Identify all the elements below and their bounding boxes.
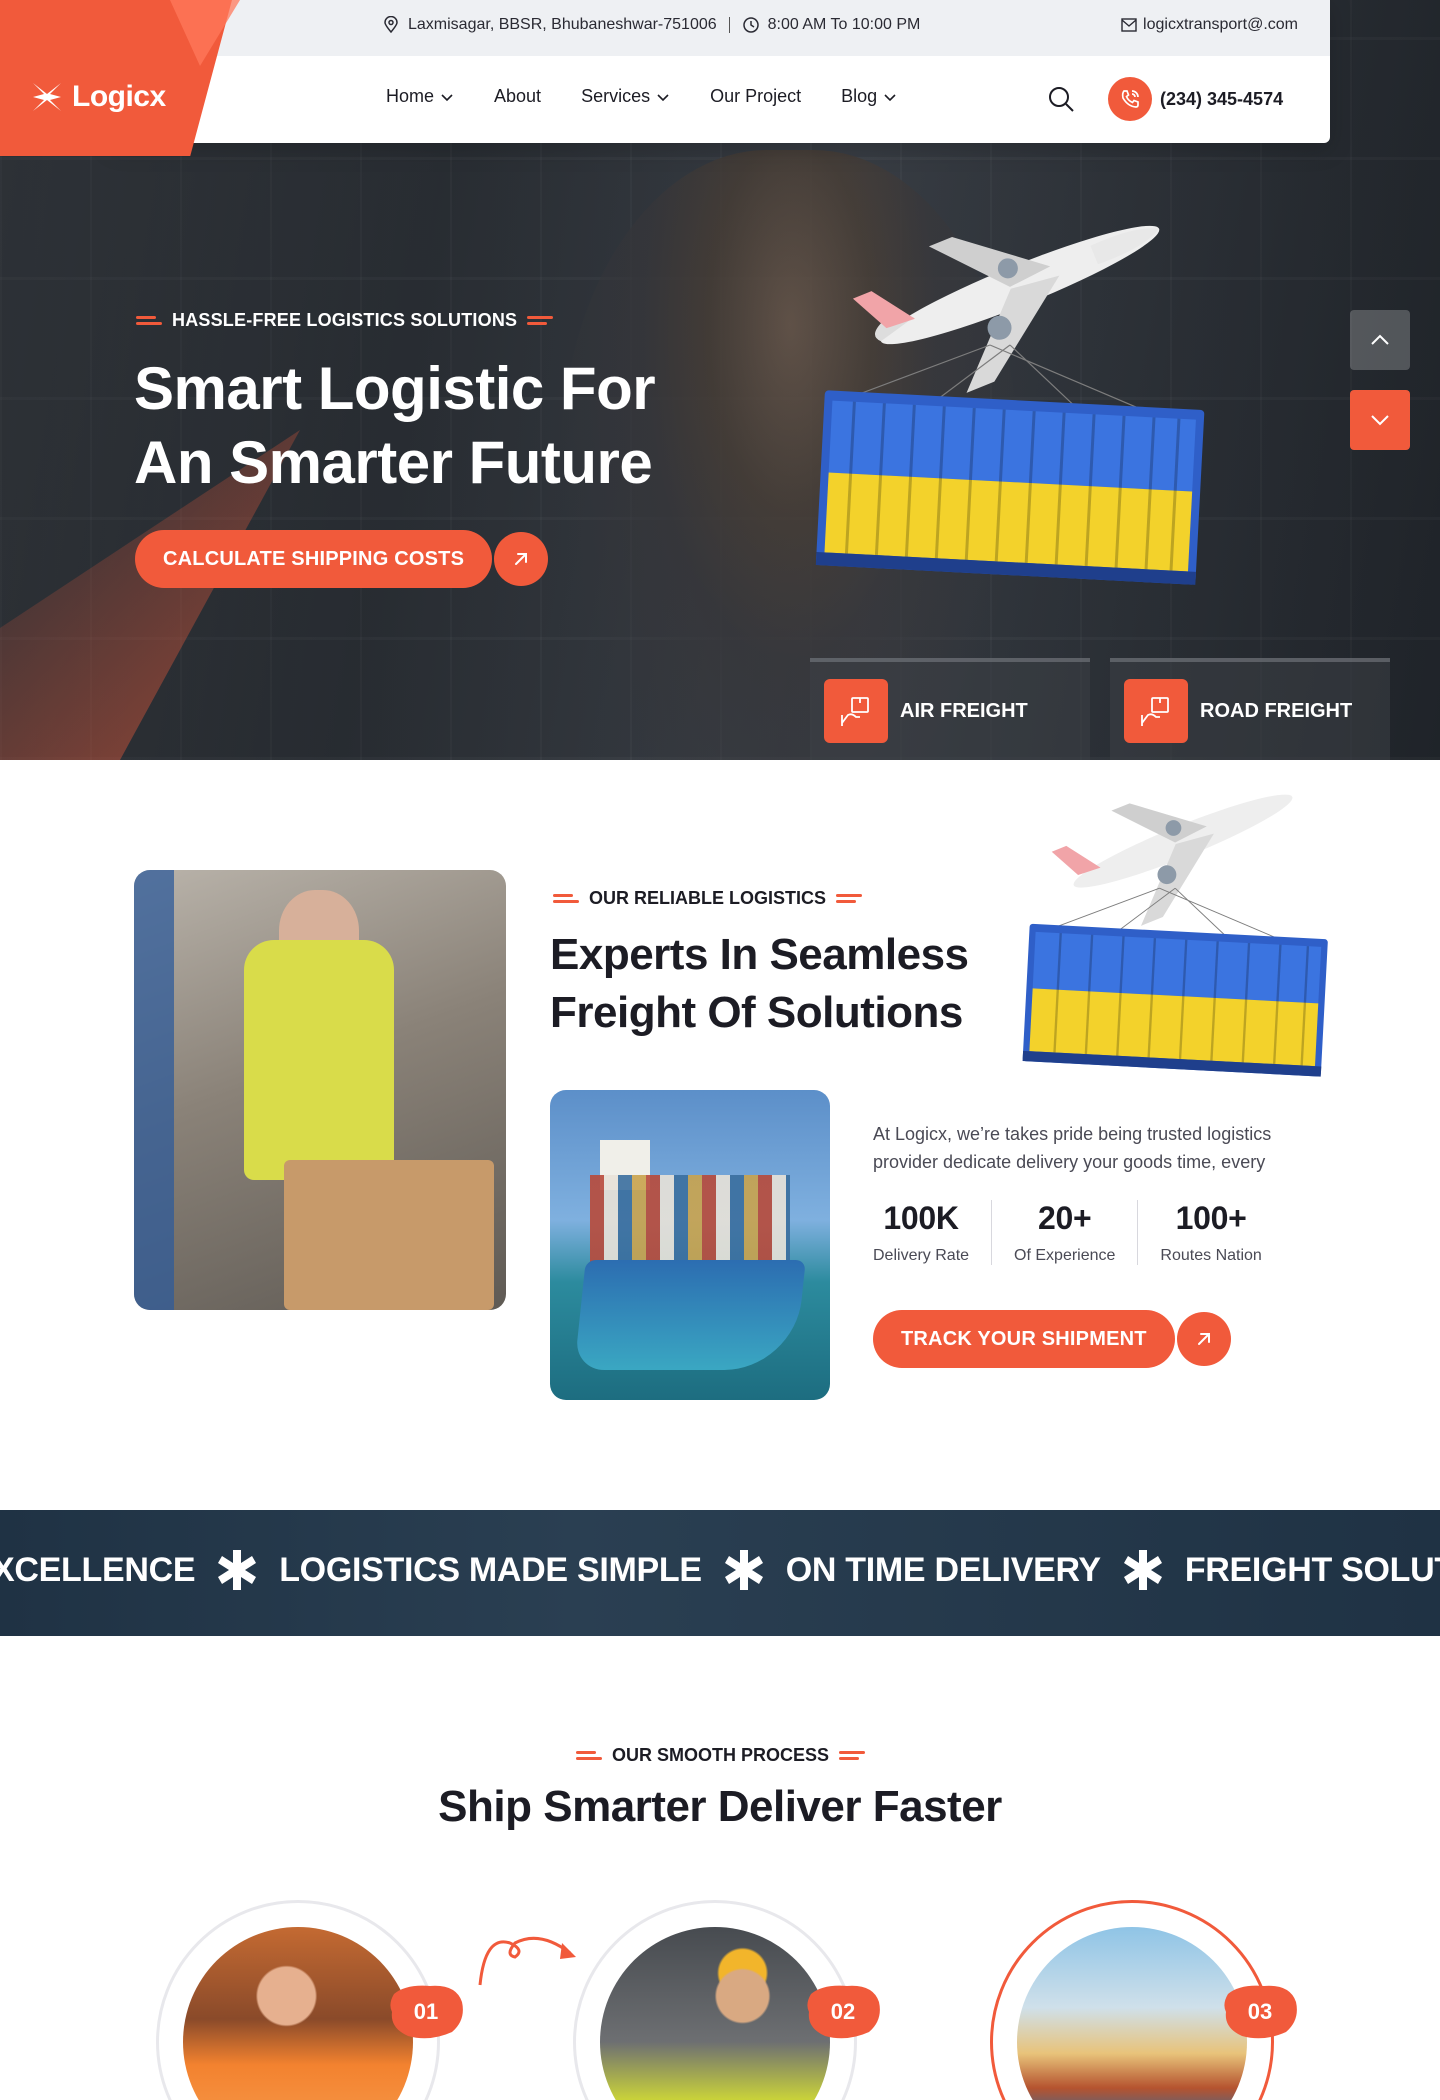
chevron-up-icon (1371, 334, 1389, 345)
main-nav: Home About Services Our Project Blog (386, 86, 897, 107)
arrow-up-right-icon[interactable] (1176, 1312, 1231, 1366)
nav-blog[interactable]: Blog (841, 86, 897, 107)
process-title: Ship Smarter Deliver Faster (438, 1782, 1002, 1831)
process-tagline: OUR SMOOTH PROCESS (576, 1745, 866, 1766)
mail-icon (1121, 18, 1137, 32)
nav-services[interactable]: Services (581, 86, 670, 107)
stat-experience: 20+ Of Experience (992, 1200, 1139, 1265)
about-title: Experts In Seamless Freight Of Solutions (550, 930, 969, 1037)
process-step: 02 (573, 1900, 880, 2100)
top-info-bar: Laxmisagar, BBSR, Bhubaneshwar-751006 8:… (110, 0, 1330, 56)
marquee-item: ON TIME DELIVERY (785, 1550, 1101, 1589)
stats-row: 100K Delivery Rate 20+ Of Experience 100… (873, 1200, 1284, 1265)
cargo-handling-icon (1124, 679, 1188, 743)
asterisk-star-icon (724, 1550, 763, 1590)
phone-number[interactable]: (234) 345-4574 (1160, 89, 1283, 110)
hero-tagline: HASSLE-FREE LOGISTICS SOLUTIONS (136, 310, 554, 331)
search-icon[interactable] (1046, 84, 1076, 114)
asterisk-star-icon (218, 1550, 257, 1590)
track-shipment-button[interactable]: TRACK YOUR SHIPMENT (873, 1310, 1175, 1368)
services-marquee: XCELLENCE LOGISTICS MADE SIMPLE ON TIME … (0, 1510, 1440, 1636)
nav-our-project[interactable]: Our Project (710, 86, 801, 107)
process-step: 03 (990, 1900, 1297, 2100)
arrow-up-right-icon[interactable] (494, 532, 549, 586)
marquee-item: FREIGHT SOLUTIONS (1184, 1550, 1440, 1589)
hero-title: Smart Logistic For An Smarter Future (134, 355, 656, 496)
address-text: Laxmisagar, BBSR, Bhubaneshwar-751006 (408, 16, 717, 33)
track-shipment-cta[interactable]: TRACK YOUR SHIPMENT (873, 1310, 1231, 1368)
marquee-item: XCELLENCE (0, 1550, 196, 1589)
airplane-container-graphic (810, 195, 1230, 595)
hero-section: HASSLE-FREE LOGISTICS SOLUTIONS Smart Lo… (0, 0, 1440, 760)
cargo-ship-photo (550, 1090, 830, 1400)
about-tagline: OUR RELIABLE LOGISTICS (553, 888, 863, 909)
air-freight-label: AIR FREIGHT (900, 699, 1028, 722)
phone-contact[interactable]: (234) 345-4574 (1108, 77, 1283, 121)
nav-about[interactable]: About (494, 86, 541, 107)
hours-text: 8:00 AM To 10:00 PM (767, 16, 921, 33)
step-number-badge: 02 (803, 1980, 883, 2044)
calculate-shipping-button[interactable]: CALCULATE SHIPPING COSTS (135, 530, 493, 588)
site-logo[interactable]: Logicx (30, 80, 166, 114)
slider-prev-button[interactable] (1350, 310, 1410, 370)
nav-home[interactable]: Home (386, 86, 454, 107)
air-freight-tab[interactable]: AIR FREIGHT (810, 658, 1090, 760)
airplane-container-graphic (1018, 770, 1348, 1085)
email-link[interactable]: logicxtransport@.com (1121, 16, 1298, 34)
road-freight-tab[interactable]: ROAD FREIGHT (1110, 658, 1390, 760)
chevron-down-icon (657, 93, 669, 101)
step-number-badge: 03 (1220, 1980, 1300, 2044)
step-number-badge: 01 (386, 1980, 466, 2044)
about-description: At Logicx, we’re takes pride being trust… (873, 1124, 1272, 1172)
location-pin-icon (384, 16, 398, 34)
chevron-down-icon (1371, 415, 1389, 426)
cargo-handling-icon (824, 679, 888, 743)
clock-icon (742, 17, 759, 33)
warehouse-worker-photo (134, 870, 506, 1310)
site-header: Laxmisagar, BBSR, Bhubaneshwar-751006 8:… (110, 0, 1330, 143)
slider-next-button[interactable] (1350, 390, 1410, 450)
logo-mark-icon (33, 83, 61, 111)
process-step: 01 (156, 1900, 463, 2100)
process-arrow-connector (478, 1936, 576, 1986)
road-freight-label: ROAD FREIGHT (1200, 699, 1353, 722)
asterisk-star-icon (1123, 1550, 1162, 1590)
marquee-item: LOGISTICS MADE SIMPLE (279, 1550, 702, 1589)
stat-routes: 100+ Routes Nation (1160, 1200, 1262, 1264)
phone-icon[interactable] (1108, 77, 1152, 121)
calculate-shipping-cta[interactable]: CALCULATE SHIPPING COSTS (135, 530, 549, 588)
chevron-down-icon (441, 93, 453, 101)
stat-delivery-rate: 100K Delivery Rate (873, 1200, 993, 1265)
chevron-down-icon (884, 93, 896, 101)
